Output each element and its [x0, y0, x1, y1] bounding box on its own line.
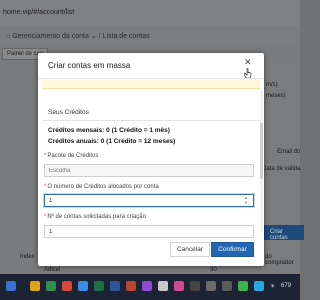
bg-label-2: meses) [266, 93, 286, 99]
app9-icon[interactable] [254, 281, 264, 291]
accounts-count-label-text: Nº de contas solicitadas para criação [47, 214, 146, 220]
chevron-down-icon: ⌄ [90, 33, 97, 40]
excel-icon[interactable] [94, 281, 104, 291]
credits-per-account-wrap: ▲▼ [38, 194, 264, 207]
bg-label-email: Email do [277, 149, 301, 155]
create-accounts-button[interactable]: Criar contas [264, 225, 304, 241]
credits-per-account-label-text: O número de Créditos alocados por conta [47, 184, 159, 190]
left-panel [0, 60, 38, 274]
app2-icon[interactable] [142, 281, 152, 291]
table-cell-value: 30 [210, 267, 217, 273]
taskbar-clock: 679 [281, 283, 292, 289]
required-mark: * [44, 214, 47, 220]
credits-per-account-label: *O número de Créditos alocados por conta [44, 184, 159, 190]
app8-icon[interactable] [238, 281, 248, 291]
credits-yearly: Créditos anuais: 0 (1 Crédito = 12 meses… [48, 138, 176, 145]
section-divider [42, 120, 260, 121]
breadcrumb-home-icon[interactable]: ⌂ [6, 33, 10, 40]
table-cell-name: Adicel [44, 267, 61, 273]
app7-icon[interactable] [222, 281, 232, 291]
chrome-icon[interactable] [62, 281, 72, 291]
weather-icon[interactable]: ☀ [270, 283, 275, 290]
folder-icon[interactable] [30, 281, 40, 291]
edge-icon[interactable] [78, 281, 88, 291]
stepper-icon[interactable]: ▲ ▼ [244, 195, 248, 205]
app3-icon[interactable] [158, 281, 168, 291]
app-icon[interactable] [46, 281, 56, 291]
package-select[interactable] [44, 164, 254, 177]
credits-per-account-input[interactable] [44, 194, 254, 207]
accounts-count-label: *Nº de contas solicitadas para criação [44, 214, 146, 220]
package-label: *Pacote de Créditos [44, 153, 98, 159]
breadcrumb-separator: / [98, 33, 101, 40]
required-mark: * [44, 153, 47, 159]
bulk-create-modal: Criar contas em massa ✕ Seus Créditos Cr… [38, 53, 264, 266]
table-header-buyer: do comprador [265, 254, 294, 266]
notice-banner [42, 79, 260, 89]
credits-section-title: Seus Créditos [48, 109, 89, 116]
address-url: home.vip/#/account/list [3, 9, 75, 16]
start-icon[interactable] [6, 281, 16, 291]
required-mark: * [44, 184, 47, 190]
breadcrumb: ⌂ Gerenciamento da conta ⌄ / Lista de co… [6, 32, 150, 40]
table-header-index: Index [20, 254, 35, 260]
powerpoint-icon[interactable] [126, 281, 136, 291]
credits-monthly: Créditos mensais: 0 (1 Crédito = 1 mês) [48, 127, 170, 134]
bg-label-1: m/s) [266, 82, 278, 88]
app5-icon[interactable] [190, 281, 200, 291]
breadcrumb-item-account[interactable]: Gerenciamento da conta [12, 33, 89, 40]
cancel-button[interactable]: Cancelar [170, 242, 210, 257]
word-icon[interactable] [110, 281, 120, 291]
app4-icon[interactable] [174, 281, 184, 291]
hand-cursor-icon [244, 68, 252, 78]
accounts-count-input[interactable] [44, 225, 254, 238]
breadcrumb-item-list[interactable]: Lista de contas [103, 33, 150, 40]
package-label-text: Pacote de Créditos [47, 153, 99, 159]
close-icon[interactable]: ✕ [244, 57, 252, 68]
confirm-button[interactable]: Confirmar [211, 242, 254, 257]
bg-label-validity: Data de valida [262, 166, 301, 172]
scrollbar-thumb[interactable] [260, 123, 263, 179]
app6-icon[interactable] [206, 281, 216, 291]
modal-title: Criar contas em massa [48, 61, 131, 70]
